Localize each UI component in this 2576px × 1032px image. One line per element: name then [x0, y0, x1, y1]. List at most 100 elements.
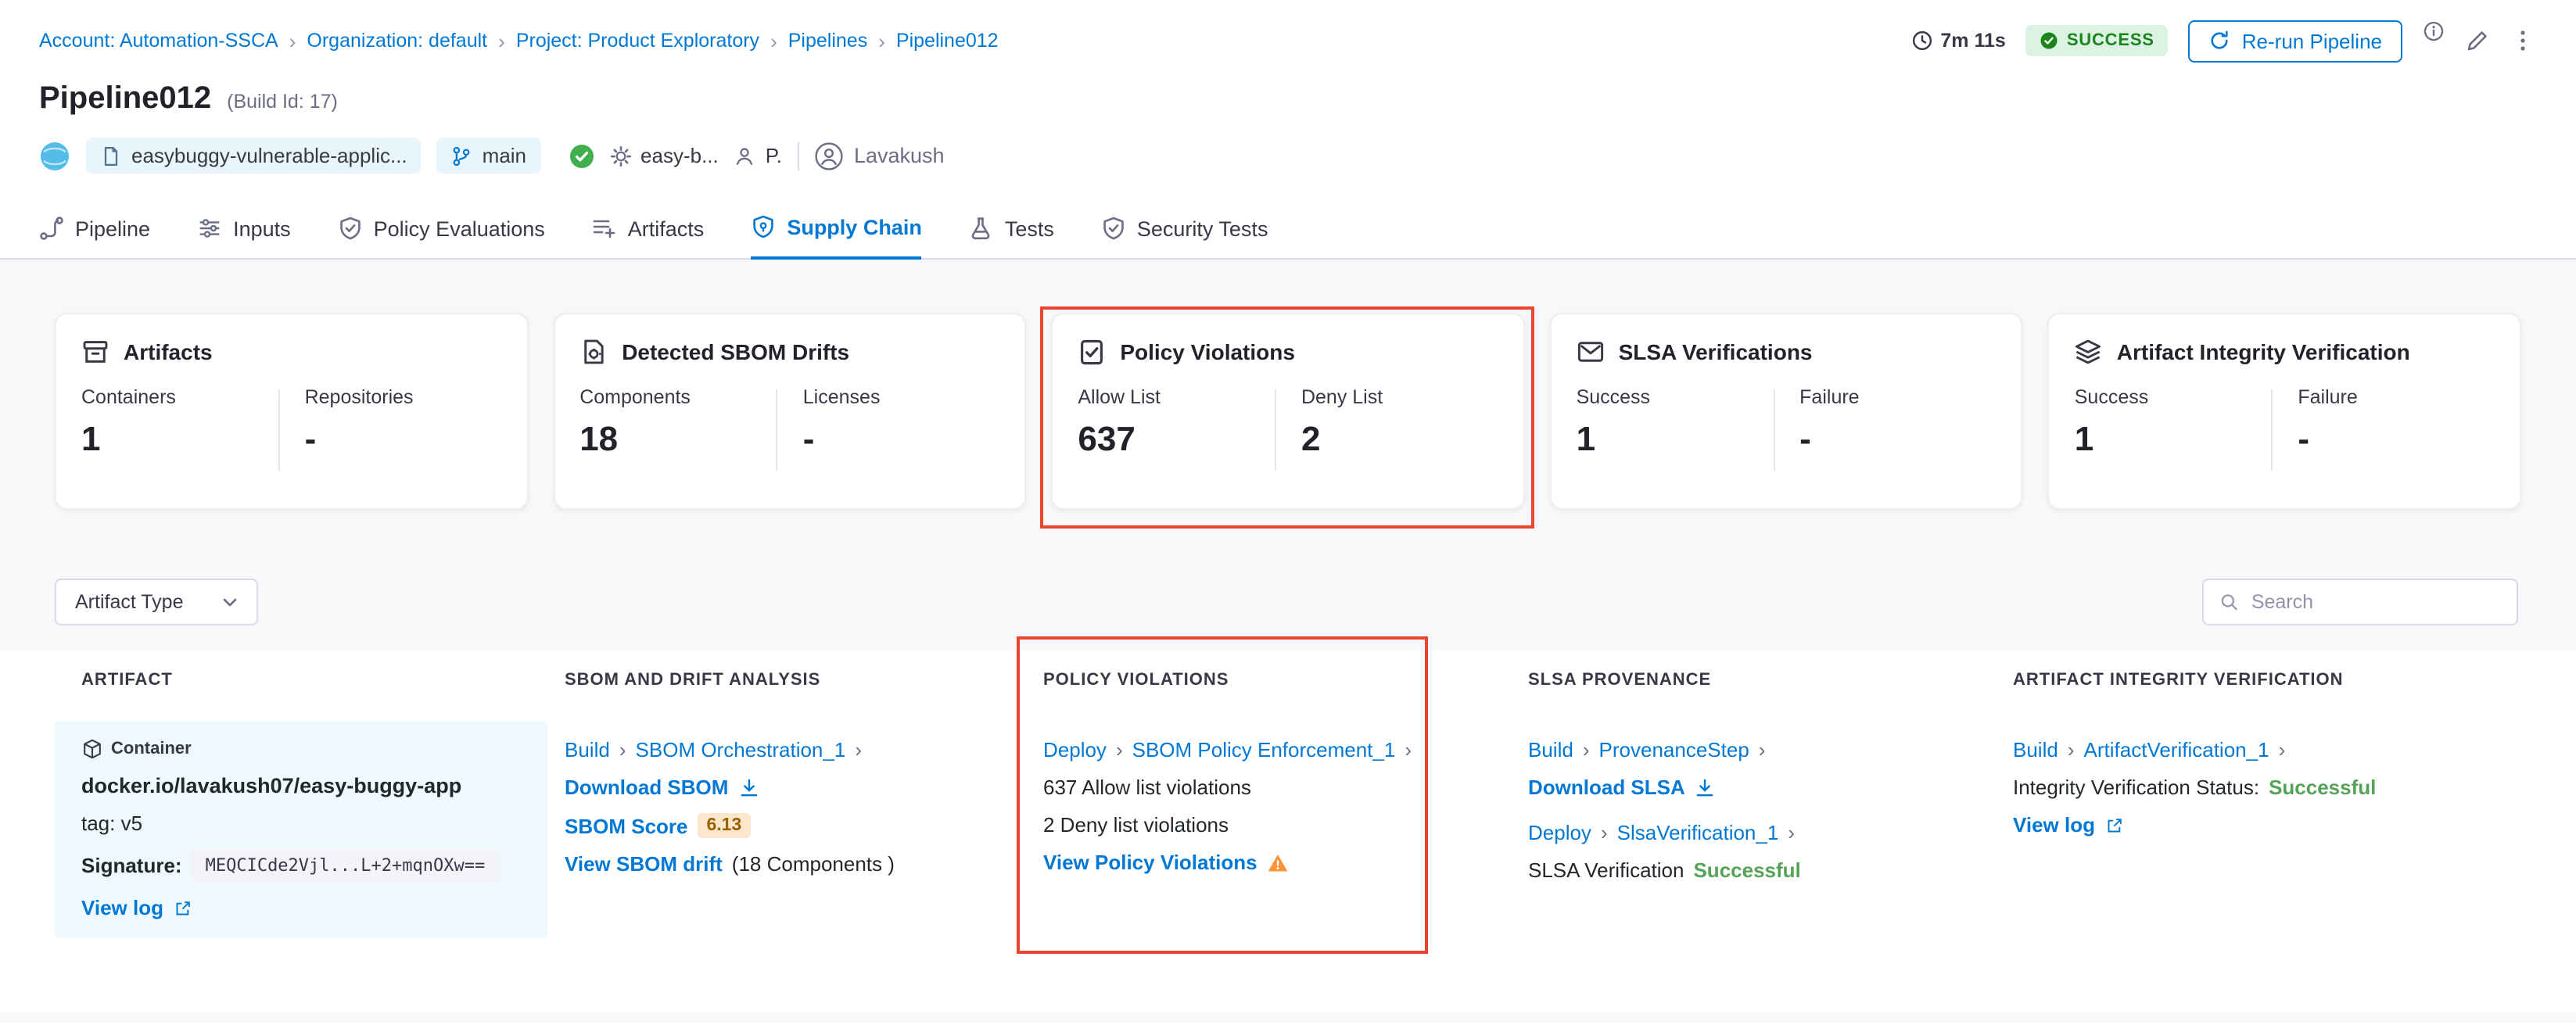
download-sbom-link[interactable]: Download SBOM [565, 776, 728, 799]
card-artifact-integrity: Artifact Integrity Verification Success1… [2048, 313, 2521, 510]
summary-cards: Artifacts Containers1 Repositories- Dete… [55, 313, 2521, 510]
metric-label: Allow List [1078, 386, 1275, 408]
table-row: Container docker.io/lavakush07/easy-bugg… [81, 721, 2576, 938]
rerun-pipeline-button[interactable]: Re-run Pipeline [2189, 20, 2402, 62]
signature-label: Signature: [81, 854, 182, 877]
supply-chain-page: Account: Automation-SSCA Organization: d… [0, 0, 2576, 1032]
breadcrumb-pipelines[interactable]: Pipelines [788, 30, 867, 52]
col-header-artifact: ARTIFACT [81, 671, 565, 690]
search-input[interactable] [2251, 591, 2501, 613]
artifact-view-log-row: View log [81, 896, 529, 919]
artifact-cell: Container docker.io/lavakush07/easy-bugg… [55, 721, 547, 938]
step-link[interactable]: SBOM Orchestration_1 [636, 738, 846, 761]
sbom-drift-card-icon [579, 338, 608, 366]
info-button[interactable] [2423, 20, 2445, 41]
user-name: Lavakush [854, 144, 945, 167]
metric-divider [1275, 389, 1276, 471]
tab-label: Tests [1005, 217, 1054, 240]
chevron-down-icon [219, 591, 241, 613]
trigger-item[interactable]: P. [734, 144, 782, 167]
build-id-label: (Build Id: 17) [227, 91, 338, 113]
step-link[interactable]: ProvenanceStep [1599, 738, 1749, 761]
integrity-status-label: Integrity Verification Status: [2013, 776, 2259, 799]
breadcrumb-separator [878, 29, 885, 52]
signature-value: MEQCICde2Vjl...L+2+mqnOXw== [192, 849, 500, 882]
stage-link[interactable]: Deploy [1528, 821, 1591, 844]
download-slsa-link[interactable]: Download SLSA [1528, 776, 1685, 799]
artifact-type-badge: Container [81, 738, 529, 760]
metric-value: - [1799, 419, 1997, 460]
slsa-verification-path: Deploy SlsaVerification_1 [1528, 821, 2013, 844]
tab-artifacts[interactable]: Artifacts [592, 216, 705, 258]
slsa-cell: Build ProvenanceStep Download SLSA Deplo… [1528, 721, 2013, 938]
title-row: Pipeline012 (Build Id: 17) [39, 81, 2576, 117]
chevron-separator [1788, 821, 1795, 844]
metric-divider [777, 389, 778, 471]
metric-label: Components [579, 386, 777, 408]
tab-tests[interactable]: Tests [969, 216, 1054, 258]
pipeline-icon [39, 216, 64, 241]
tab-pipeline[interactable]: Pipeline [39, 216, 150, 258]
step-link[interactable]: ArtifactVerification_1 [2084, 738, 2269, 761]
metric-value: - [803, 419, 1000, 460]
status-badge: SUCCESS [2026, 25, 2169, 56]
more-options-button[interactable] [2510, 28, 2535, 53]
view-sbom-drift-link[interactable]: View SBOM drift [565, 852, 723, 876]
external-link-icon [173, 898, 192, 917]
repo-chip[interactable]: easybuggy-vulnerable-applic... [86, 138, 422, 174]
view-log-link[interactable]: View log [2013, 813, 2095, 837]
stage-link[interactable]: Build [1528, 738, 1573, 761]
tab-label: Supply Chain [787, 215, 922, 238]
breadcrumb-project[interactable]: Project: Product Exploratory [516, 30, 759, 52]
card-policy-violations: Policy Violations Allow List637 Deny Lis… [1051, 313, 1524, 510]
breadcrumb-organization[interactable]: Organization: default [307, 30, 487, 52]
info-icon [2423, 20, 2445, 41]
policy-step-path: Deploy SBOM Policy Enforcement_1 [1043, 738, 1528, 761]
stage-link[interactable]: Build [2013, 738, 2058, 761]
sbom-score-link[interactable]: SBOM Score [565, 814, 688, 837]
slsa-provenance-path: Build ProvenanceStep [1528, 738, 2013, 761]
tab-supply-chain[interactable]: Supply Chain [751, 214, 922, 260]
view-policy-violations-link[interactable]: View Policy Violations [1043, 851, 1258, 874]
card-sbom-drifts: Detected SBOM Drifts Components18 Licens… [553, 313, 1026, 510]
success-check-icon [2040, 31, 2059, 50]
metric-label: Containers [81, 386, 278, 408]
step-link[interactable]: SlsaVerification_1 [1617, 821, 1779, 844]
tab-security-tests[interactable]: Security Tests [1101, 216, 1268, 258]
chevron-separator [2279, 738, 2286, 761]
refresh-icon [2209, 30, 2231, 52]
metric-divider [1773, 389, 1774, 471]
chevron-separator [1116, 738, 1123, 761]
gear-icon [609, 145, 631, 167]
search-box[interactable] [2202, 579, 2518, 625]
view-log-link[interactable]: View log [81, 896, 163, 919]
repository-icon [100, 145, 122, 167]
tab-policy-evaluations[interactable]: Policy Evaluations [338, 216, 545, 258]
slsa-card-icon [1577, 338, 1605, 366]
edit-pipeline-button[interactable] [2465, 28, 2490, 53]
metric-value: 1 [1577, 419, 1774, 460]
metric-divider [278, 389, 280, 471]
tests-flask-icon [969, 216, 994, 241]
meta-divider [798, 142, 799, 170]
artifact-type-dropdown[interactable]: Artifact Type [55, 579, 258, 625]
deny-list-violations-text: 2 Deny list violations [1043, 813, 1528, 837]
tab-label: Artifacts [628, 217, 705, 240]
triggered-by-user[interactable]: Lavakush [815, 142, 945, 170]
tab-label: Inputs [233, 217, 291, 240]
col-header-policy: POLICY VIOLATIONS [1043, 671, 1528, 690]
avatar-icon [815, 142, 843, 170]
stage-link[interactable]: Build [565, 738, 610, 761]
chevron-separator [1583, 738, 1590, 761]
metric-label: Deny List [1301, 386, 1498, 408]
step-link[interactable]: SBOM Policy Enforcement_1 [1132, 738, 1396, 761]
trigger-text: P. [766, 144, 782, 167]
branch-chip[interactable]: main [437, 138, 540, 174]
search-icon [2219, 591, 2239, 613]
breadcrumb-separator [770, 29, 777, 52]
pipeline-ref-item[interactable]: easy-b... [609, 144, 719, 167]
tab-inputs[interactable]: Inputs [197, 216, 291, 258]
stage-link[interactable]: Deploy [1043, 738, 1107, 761]
breadcrumb-pipeline012[interactable]: Pipeline012 [896, 30, 999, 52]
breadcrumb-account[interactable]: Account: Automation-SSCA [39, 30, 278, 52]
